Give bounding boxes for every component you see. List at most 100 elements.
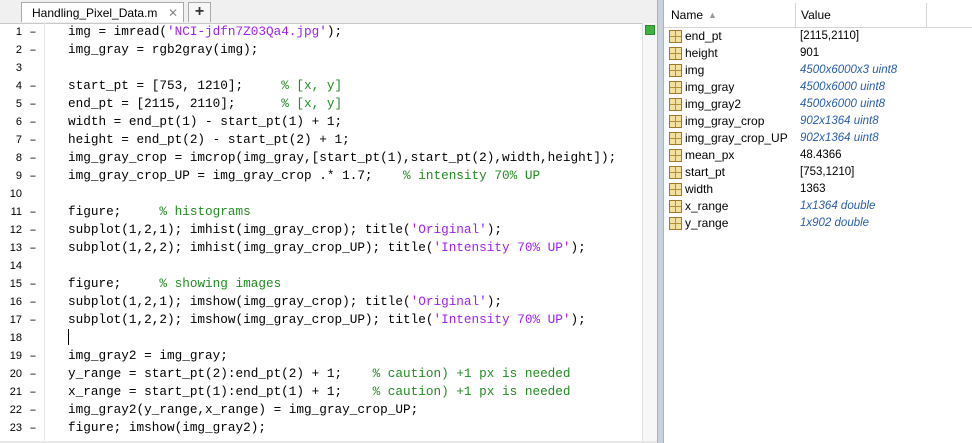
plus-icon[interactable]: + (188, 2, 211, 22)
variable-value: 4500x6000 uint8 (800, 81, 886, 93)
workspace-variable-row[interactable]: start_pt [753,1210] (664, 164, 972, 181)
line-number: 12 (9, 224, 22, 236)
code-line[interactable]: y_range = start_pt(2):end_pt(2) + 1; % c… (68, 365, 571, 383)
workspace-variable-row[interactable]: width 1363 (664, 181, 972, 198)
variable-matrix-icon (669, 115, 682, 128)
code-editor[interactable]: 1 2 3 4 5 6 7 8 9 10 11 12 13 14 15 16 17 18 19 20 21 22 23 – –… (0, 23, 642, 443)
code-comment: % showing images (159, 276, 282, 291)
code-line[interactable]: subplot(1,2,2); imhist(img_gray_crop_UP)… (68, 239, 586, 257)
workspace-variable-row[interactable]: img_gray2 4500x6000 uint8 (664, 96, 972, 113)
breakpoint-marker[interactable]: – (26, 419, 40, 437)
variable-matrix-icon (669, 200, 682, 213)
code-comment: % [x, y] (281, 78, 343, 93)
workspace-variable-row[interactable]: x_range 1x1364 double (664, 198, 972, 215)
code-line[interactable]: img = imread('NCI-jdfn7Z03Qa4.jpg'); (68, 23, 342, 41)
code-line[interactable]: figure; imshow(img_gray2); (68, 419, 266, 437)
code-line[interactable]: start_pt = [753, 1210]; % [x, y] (68, 77, 342, 95)
column-divider[interactable] (795, 3, 796, 27)
breakpoint-marker[interactable] (26, 59, 40, 77)
code-token: figure; (68, 204, 160, 219)
code-token: end_pt = [2115, 2110]; (68, 96, 282, 111)
breakpoint-marker[interactable]: – (26, 131, 40, 149)
code-token: subplot(1,2,1); imshow(img_gray_crop); t… (68, 294, 411, 309)
column-header-name[interactable]: Name (671, 3, 703, 27)
workspace-variable-row[interactable]: img_gray 4500x6000 uint8 (664, 79, 972, 96)
breakpoint-marker[interactable]: – (26, 311, 40, 329)
breakpoint-marker[interactable]: – (26, 221, 40, 239)
variable-name: img_gray (685, 80, 735, 94)
line-number: 14 (9, 260, 22, 272)
breakpoint-marker[interactable]: – (26, 167, 40, 185)
code-analyzer-strip (642, 23, 657, 443)
breakpoint-marker[interactable]: – (26, 95, 40, 113)
breakpoint-marker[interactable]: – (26, 383, 40, 401)
code-line[interactable]: subplot(1,2,2); imshow(img_gray_crop_UP)… (68, 311, 586, 329)
code-line[interactable]: subplot(1,2,1); imshow(img_gray_crop); t… (68, 293, 502, 311)
variable-matrix-icon (669, 166, 682, 179)
string-literal: 'Original' (410, 294, 487, 309)
code-line[interactable]: end_pt = [2115, 2110]; % [x, y] (68, 95, 342, 113)
breakpoint-marker[interactable]: – (26, 365, 40, 383)
close-icon[interactable]: ✕ (168, 3, 178, 23)
code-line[interactable]: img_gray2 = img_gray; (68, 347, 228, 365)
breakpoint-marker[interactable]: – (26, 347, 40, 365)
code-comment: % caution) +1 px is needed (372, 366, 571, 381)
code-line[interactable]: img_gray = rgb2gray(img); (68, 41, 258, 59)
tab-handling-pixel-data[interactable]: Handling_Pixel_Data.m ✕ (21, 2, 184, 22)
variable-matrix-icon (669, 132, 682, 145)
breakpoint-marker[interactable]: – (26, 293, 40, 311)
breakpoint-marker[interactable] (26, 257, 40, 275)
breakpoint-marker[interactable]: – (26, 23, 40, 41)
line-number-gutter: 1 2 3 4 5 6 7 8 9 10 11 12 13 14 15 16 17 18 19 20 21 22 23 (0, 23, 22, 443)
code-line[interactable]: height = end_pt(2) - start_pt(2) + 1; (68, 131, 350, 149)
code-line[interactable]: subplot(1,2,1); imhist(img_gray_crop); t… (68, 221, 502, 239)
code-line[interactable]: img_gray_crop_UP = img_gray_crop .* 1.7;… (68, 167, 540, 185)
breakpoint-marker[interactable] (26, 185, 40, 203)
workspace-variable-row[interactable]: height 901 (664, 45, 972, 62)
variable-name: x_range (685, 199, 729, 213)
workspace-variable-row[interactable]: img_gray_crop 902x1364 uint8 (664, 113, 972, 130)
string-literal: 'Intensity 70% UP' (433, 240, 571, 255)
breakpoint-marker[interactable]: – (26, 401, 40, 419)
code-line[interactable]: figure; % histograms (68, 203, 251, 221)
line-number: 10 (9, 188, 22, 200)
code-line[interactable]: width = end_pt(1) - start_pt(1) + 1; (68, 113, 342, 131)
breakpoint-marker[interactable]: – (26, 275, 40, 293)
workspace-variable-row[interactable]: img_gray_crop_UP 902x1364 uint8 (664, 130, 972, 147)
variable-matrix-icon (669, 81, 682, 94)
workspace-variable-row[interactable]: y_range 1x902 double (664, 215, 972, 232)
code-line[interactable]: figure; % showing images (68, 275, 281, 293)
workspace-panel: Name ▲ Value end_pt [2115,2110] height 901 i… (664, 0, 972, 443)
breakpoint-marker[interactable]: – (26, 239, 40, 257)
workspace-variable-row[interactable]: mean_px 48.4366 (664, 147, 972, 164)
line-number: 18 (9, 332, 22, 344)
editor-pane: Handling_Pixel_Data.m ✕ + 1 2 3 4 5 6 7 8 9 10 11 1… (0, 0, 657, 443)
code-analyzer-status-icon[interactable] (645, 25, 655, 35)
line-number: 3 (15, 62, 22, 74)
breakpoint-marker[interactable]: – (26, 149, 40, 167)
string-literal: 'Intensity 70% UP' (433, 312, 571, 327)
breakpoint-marker[interactable]: – (26, 203, 40, 221)
code-line[interactable]: x_range = start_pt(1):end_pt(1) + 1; % c… (68, 383, 571, 401)
code-line[interactable]: img_gray_crop = imcrop(img_gray,[start_p… (68, 149, 616, 167)
variable-name: img_gray2 (685, 97, 742, 111)
code-comment: % intensity 70% UP (403, 168, 541, 183)
variable-value: 901 (800, 47, 820, 59)
column-header-value[interactable]: Value (801, 3, 831, 27)
workspace-variable-row[interactable]: end_pt [2115,2110] (664, 28, 972, 45)
variable-name: start_pt (685, 165, 726, 179)
line-number: 4 (15, 80, 22, 92)
breakpoint-gutter[interactable]: – – – – – – – – – – – – – – – – – – – (26, 23, 40, 443)
code-line[interactable]: img_gray2(y_range,x_range) = img_gray_cr… (68, 401, 418, 419)
pane-splitter[interactable] (657, 0, 664, 443)
code-token: img_gray_crop_UP = img_gray_crop .* 1.7; (68, 168, 404, 183)
breakpoint-marker[interactable]: – (26, 41, 40, 59)
breakpoint-marker[interactable]: – (26, 113, 40, 131)
column-divider[interactable] (926, 3, 927, 27)
line-number: 19 (9, 350, 22, 362)
breakpoint-marker[interactable]: – (26, 77, 40, 95)
breakpoint-marker[interactable] (26, 329, 40, 347)
code-lines[interactable]: img = imread('NCI-jdfn7Z03Qa4.jpg'); img_… (68, 23, 642, 443)
workspace-variable-row[interactable]: img 4500x6000x3 uint8 (664, 62, 972, 79)
code-token: img_gray = rgb2gray(img); (68, 42, 259, 57)
